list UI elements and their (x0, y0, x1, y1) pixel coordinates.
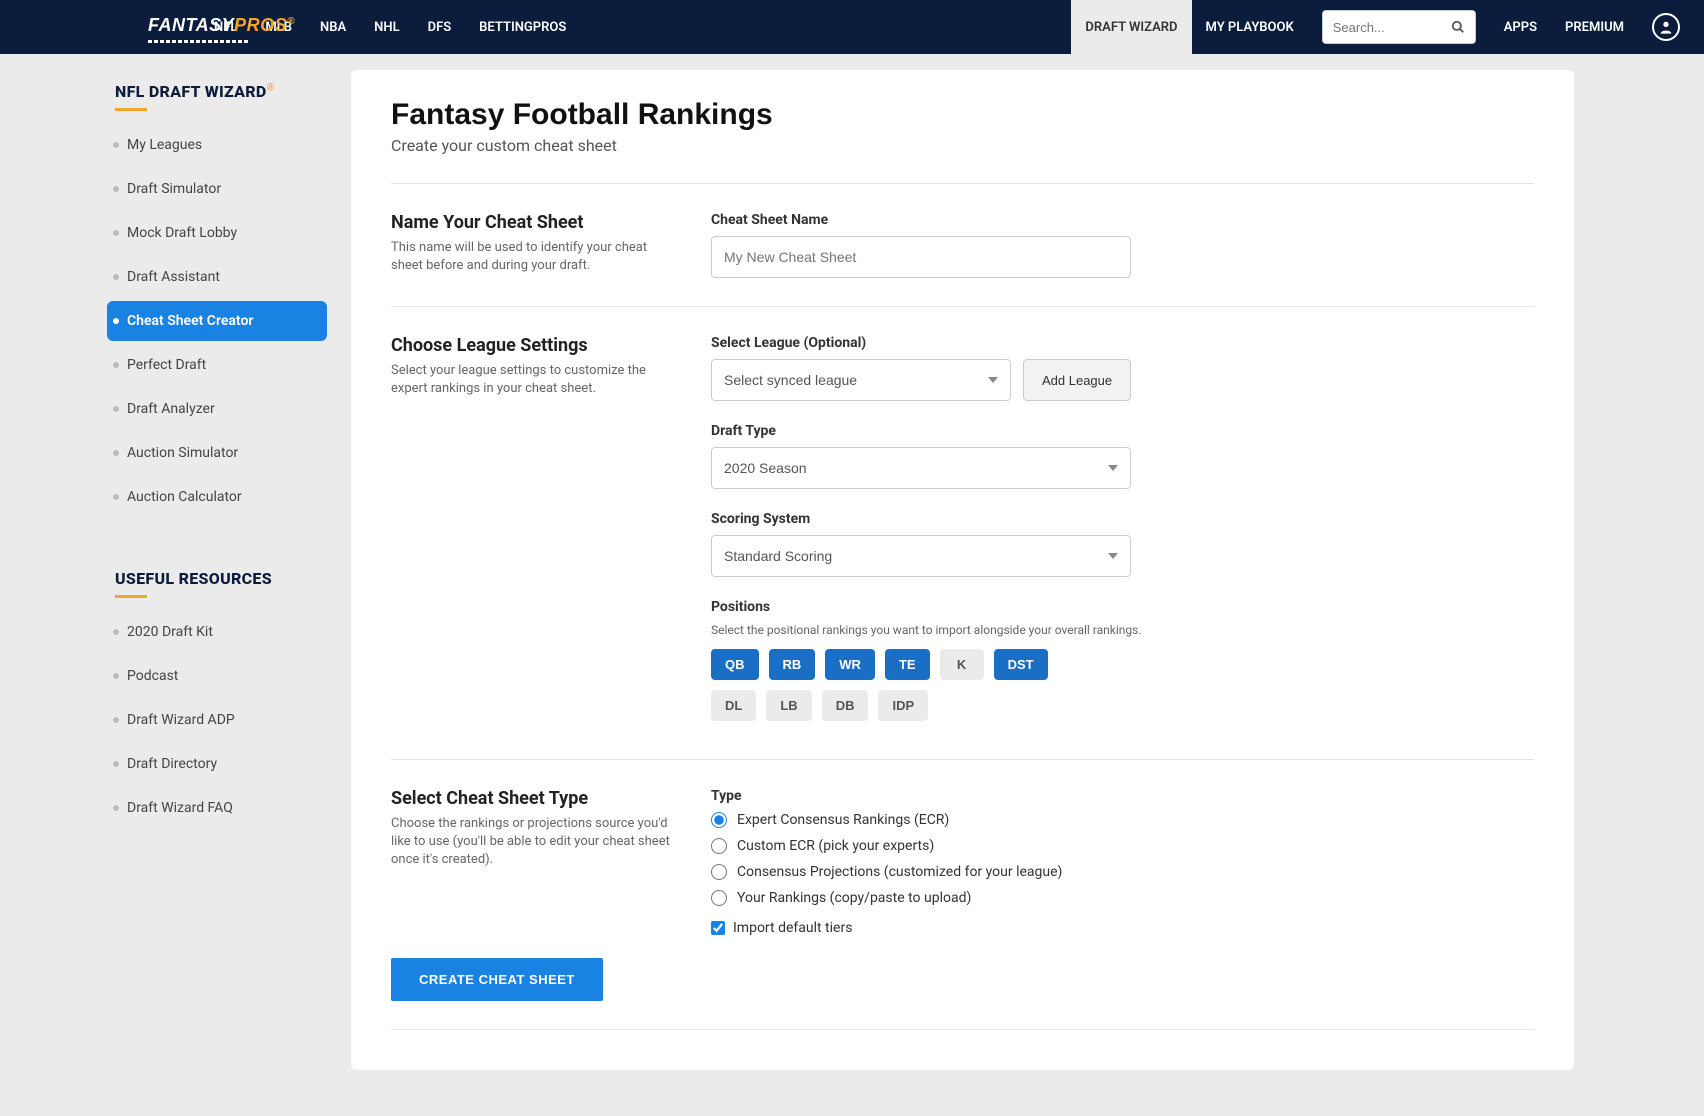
create-cheatsheet-button[interactable]: CREATE CHEAT SHEET (391, 958, 603, 1001)
select-league-dropdown[interactable]: Select synced league (711, 359, 1011, 401)
resource-item-draft-directory[interactable]: Draft Directory (107, 744, 327, 784)
type-radio-2[interactable] (711, 864, 727, 880)
name-section-title: Name Your Cheat Sheet (391, 212, 671, 233)
searchbox (1322, 10, 1476, 44)
select-league-label: Select League (Optional) (711, 335, 1534, 351)
divider (391, 183, 1534, 184)
sidebar-item-auction-calculator[interactable]: Auction Calculator (107, 477, 327, 517)
type-radio-label: Custom ECR (pick your experts) (737, 838, 934, 854)
resource-item-2020-draft-kit[interactable]: 2020 Draft Kit (107, 612, 327, 652)
avatar[interactable] (1652, 13, 1680, 41)
sidebar-item-my-leagues[interactable]: My Leagues (107, 125, 327, 165)
sidebar-title: NFL DRAFT WIZARD® (107, 70, 327, 109)
sidebar-item-draft-simulator[interactable]: Draft Simulator (107, 169, 327, 209)
type-option-1[interactable]: Custom ECR (pick your experts) (711, 838, 1534, 854)
league-section-title: Choose League Settings (391, 335, 671, 356)
league-section-desc: Select your league settings to customize… (391, 362, 671, 398)
search-input[interactable] (1322, 10, 1442, 44)
topnav-right: DRAFT WIZARDMY PLAYBOOK APPSPREMIUM (1071, 0, 1680, 54)
type-option-2[interactable]: Consensus Projections (customized for yo… (711, 864, 1534, 880)
sidebar-item-cheat-sheet-creator[interactable]: Cheat Sheet Creator (107, 301, 327, 341)
position-chip-k[interactable]: K (940, 649, 984, 680)
type-radio-3[interactable] (711, 890, 727, 906)
sidebar-item-perfect-draft[interactable]: Perfect Draft (107, 345, 327, 385)
sidebar-item-auction-simulator[interactable]: Auction Simulator (107, 433, 327, 473)
import-tiers-label[interactable]: Import default tiers (733, 920, 852, 936)
type-radio-group: Expert Consensus Rankings (ECR) Custom EC… (711, 812, 1534, 906)
logo[interactable]: FANTASYPROS® (0, 15, 160, 39)
sidebar-item-mock-draft-lobby[interactable]: Mock Draft Lobby (107, 213, 327, 253)
type-section-title: Select Cheat Sheet Type (391, 788, 671, 809)
position-chip-lb[interactable]: LB (766, 690, 811, 721)
topnav-link-draft-wizard[interactable]: DRAFT WIZARD (1071, 0, 1191, 54)
draft-type-dropdown[interactable]: 2020 Season (711, 447, 1131, 489)
topnav-link-apps[interactable]: APPS (1490, 0, 1551, 54)
positions-desc: Select the positional rankings you want … (711, 623, 1534, 637)
resources-menu: 2020 Draft KitPodcastDraft Wizard ADPDra… (107, 612, 327, 828)
position-chip-te[interactable]: TE (885, 649, 930, 680)
type-radio-label: Consensus Projections (customized for yo… (737, 864, 1062, 880)
cheatsheet-name-input[interactable] (711, 236, 1131, 278)
type-option-3[interactable]: Your Rankings (copy/paste to upload) (711, 890, 1534, 906)
topnav-link-nhl[interactable]: NHL (360, 0, 413, 54)
divider (391, 306, 1534, 307)
type-section-desc: Choose the rankings or projections sourc… (391, 815, 671, 870)
topnav-link-dfs[interactable]: DFS (414, 0, 466, 54)
scoring-dropdown[interactable]: Standard Scoring (711, 535, 1131, 577)
divider (391, 1029, 1534, 1030)
positions-row: DL LB DB IDP (711, 690, 1534, 721)
page-title: Fantasy Football Rankings (391, 98, 1534, 132)
draft-type-label: Draft Type (711, 423, 1534, 439)
sidebar-menu: My LeaguesDraft SimulatorMock Draft Lobb… (107, 125, 327, 517)
add-league-button[interactable]: Add League (1023, 359, 1131, 401)
import-tiers-checkbox[interactable] (711, 921, 725, 935)
position-chip-dl[interactable]: DL (711, 690, 756, 721)
type-option-0[interactable]: Expert Consensus Rankings (ECR) (711, 812, 1534, 828)
position-chip-idp[interactable]: IDP (878, 690, 928, 721)
page-subtitle: Create your custom cheat sheet (391, 136, 1534, 155)
position-chip-db[interactable]: DB (822, 690, 869, 721)
sidebar-item-draft-assistant[interactable]: Draft Assistant (107, 257, 327, 297)
search-icon (1451, 20, 1465, 34)
type-radio-1[interactable] (711, 838, 727, 854)
sidebar-item-draft-analyzer[interactable]: Draft Analyzer (107, 389, 327, 429)
positions-label: Positions (711, 599, 1534, 615)
type-radio-label: Expert Consensus Rankings (ECR) (737, 812, 949, 828)
topbar: FANTASYPROS® NFLMLBNBANHLDFSBETTINGPROS … (0, 0, 1704, 54)
position-chip-dst[interactable]: DST (994, 649, 1048, 680)
type-radio-label: Your Rankings (copy/paste to upload) (737, 890, 971, 906)
topnav-link-my-playbook[interactable]: MY PLAYBOOK (1192, 0, 1308, 54)
scoring-label: Scoring System (711, 511, 1534, 527)
user-icon (1658, 19, 1674, 35)
cheatsheet-name-label: Cheat Sheet Name (711, 212, 1534, 228)
main-card: Fantasy Football Rankings Create your cu… (351, 70, 1574, 1070)
position-chip-qb[interactable]: QB (711, 649, 759, 680)
position-chip-wr[interactable]: WR (825, 649, 875, 680)
type-radio-0[interactable] (711, 812, 727, 828)
resource-item-podcast[interactable]: Podcast (107, 656, 327, 696)
topnav-link-nba[interactable]: NBA (306, 0, 360, 54)
search-button[interactable] (1442, 10, 1476, 44)
divider (391, 759, 1534, 760)
resources-title: USEFUL RESOURCES (107, 557, 327, 596)
sidebar: NFL DRAFT WIZARD® My LeaguesDraft Simula… (107, 70, 327, 832)
resource-item-draft-wizard-faq[interactable]: Draft Wizard FAQ (107, 788, 327, 828)
position-chip-rb[interactable]: RB (769, 649, 816, 680)
resource-item-draft-wizard-adp[interactable]: Draft Wizard ADP (107, 700, 327, 740)
topnav-link-premium[interactable]: PREMIUM (1551, 0, 1638, 54)
name-section-desc: This name will be used to identify your … (391, 239, 671, 275)
type-field-label: Type (711, 788, 1534, 804)
positions-row: QB RB WR TE K DST (711, 649, 1534, 680)
topnav-link-bettingpros[interactable]: BETTINGPROS (465, 0, 580, 54)
